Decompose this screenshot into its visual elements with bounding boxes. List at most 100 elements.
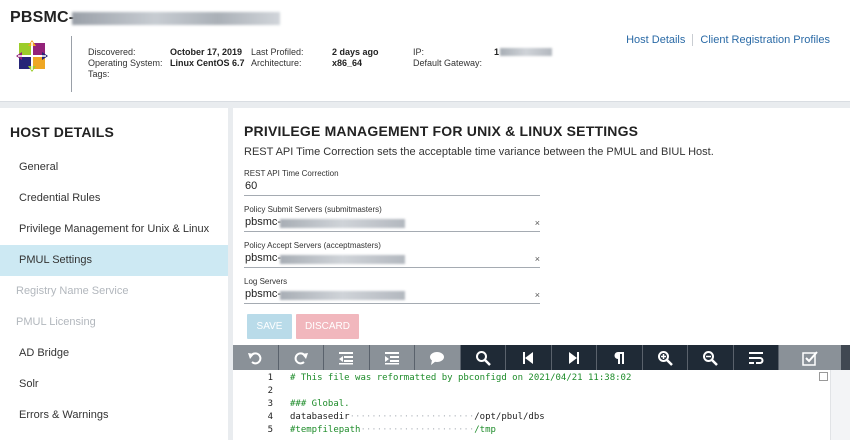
code-line: # This file was reformatted by pbconfigd…	[290, 373, 632, 383]
wrap-button[interactable]	[733, 345, 779, 370]
log-servers-input[interactable]: pbsmc- ×	[244, 288, 540, 304]
line-number: 5	[267, 425, 273, 435]
discovered-value: October 17, 2019	[170, 47, 243, 57]
editor-toolbar	[233, 345, 850, 370]
redo-button[interactable]	[278, 345, 324, 370]
search-button[interactable]	[460, 345, 506, 370]
zoom-in-icon	[657, 350, 673, 366]
redacted-value	[280, 291, 405, 300]
first-button[interactable]	[506, 345, 552, 370]
whitespace-dots: ·····················	[360, 425, 475, 435]
field-value-text: pbsmc-	[245, 252, 282, 264]
line-number: 4	[267, 412, 273, 422]
os-value: Linux CentOS 6.7	[170, 58, 245, 68]
redacted-value	[280, 219, 405, 228]
page-description: REST API Time Correction sets the accept…	[244, 146, 714, 158]
redo-icon	[294, 351, 308, 364]
clear-icon[interactable]: ×	[535, 290, 540, 300]
rest-api-time-correction-input[interactable]: 60	[244, 180, 540, 196]
sidebar-item-credential-rules[interactable]: Credential Rules	[0, 183, 228, 214]
last-icon	[568, 351, 579, 364]
code-line: ### Global.	[290, 399, 350, 409]
client-registration-profiles-link[interactable]: Client Registration Profiles	[700, 34, 830, 46]
check-button[interactable]	[779, 345, 841, 370]
sidebar-item-ad-bridge[interactable]: AD Bridge	[0, 338, 228, 369]
config-value: /tmp	[474, 425, 496, 435]
outdent-icon	[339, 351, 354, 364]
sidebar-item-errors-warnings[interactable]: Errors & Warnings	[0, 400, 228, 431]
sidebar-item-registry-name-service: Registry Name Service	[16, 285, 129, 297]
editor-scrollbar[interactable]	[830, 370, 850, 440]
undo-button[interactable]	[233, 345, 279, 370]
sidebar-item-privilege-management[interactable]: Privilege Management for Unix & Linux	[0, 214, 228, 245]
line-number: 1	[267, 373, 273, 383]
sidebar-item-pmul-licensing: PMUL Licensing	[16, 316, 96, 328]
redacted-ip	[500, 48, 552, 56]
redacted-value	[280, 255, 405, 264]
sidebar-title: HOST DETAILS	[10, 124, 115, 140]
sidebar: HOST DETAILS General Credential Rules Pr…	[0, 108, 228, 440]
policy-accept-servers-field: Policy Accept Servers (acceptmasters) pb…	[244, 241, 540, 268]
line-number: 3	[267, 399, 273, 409]
config-value: /opt/pbul/dbs	[474, 412, 545, 422]
config-editor[interactable]: 1 2 3 4 5 # This file was reformatted by…	[233, 370, 850, 440]
redacted-hostname	[72, 12, 280, 25]
clear-icon[interactable]: ×	[535, 218, 540, 228]
outdent-button[interactable]	[324, 345, 370, 370]
show-invisibles-button[interactable]	[597, 345, 643, 370]
code-line: #tempfilepath·····················/tmp	[290, 425, 496, 435]
comment-button[interactable]	[415, 345, 461, 370]
config-key: #tempfilepath	[290, 425, 361, 435]
comment-icon	[430, 351, 445, 365]
field-value-text: 60	[245, 180, 258, 192]
whitespace-dots: ·······················	[349, 412, 475, 422]
discovered-label: Discovered:	[88, 47, 136, 57]
config-key: databasedir	[290, 412, 350, 422]
search-icon	[475, 350, 491, 366]
rest-api-time-correction-field: REST API Time Correction 60	[244, 169, 540, 196]
field-label: REST API Time Correction	[244, 169, 339, 178]
wrap-icon	[748, 351, 764, 364]
field-label: Log Servers	[244, 277, 288, 286]
header-divider	[71, 36, 72, 92]
field-value-text: pbsmc-	[245, 216, 282, 228]
zoom-in-button[interactable]	[642, 345, 688, 370]
clear-icon[interactable]: ×	[535, 254, 540, 264]
policy-accept-servers-input[interactable]: pbsmc- ×	[244, 252, 540, 268]
log-servers-field: Log Servers pbsmc- ×	[244, 277, 540, 304]
gateway-label: Default Gateway:	[413, 58, 483, 68]
field-label: Policy Submit Servers (submitmasters)	[244, 205, 382, 214]
host-details-link[interactable]: Host Details	[626, 34, 685, 46]
policy-submit-servers-input[interactable]: pbsmc- ×	[244, 216, 540, 232]
zoom-out-button[interactable]	[688, 345, 734, 370]
architecture-value: x86_64	[332, 58, 363, 68]
last-profiled-label: Last Profiled:	[251, 47, 304, 57]
ip-value: 1	[494, 47, 500, 57]
last-profiled-value: 2 days ago	[332, 47, 379, 57]
pilcrow-icon	[614, 351, 625, 364]
os-label: Operating System:	[88, 58, 163, 68]
architecture-label: Architecture:	[251, 58, 302, 68]
tags-label: Tags:	[88, 69, 110, 79]
sidebar-item-solr[interactable]: Solr	[0, 369, 228, 400]
check-icon	[802, 350, 818, 366]
centos-logo-icon	[16, 40, 48, 72]
field-label: Policy Accept Servers (acceptmasters)	[244, 241, 381, 250]
sidebar-item-pmul-settings[interactable]: PMUL Settings	[0, 245, 228, 276]
fold-marker	[819, 372, 828, 381]
first-icon	[523, 351, 534, 364]
host-header: PBSMC- Discovered: Operating System: Tag…	[0, 0, 850, 102]
save-button[interactable]: SAVE	[247, 314, 292, 339]
header-links: Host Details Client Registration Profile…	[626, 34, 830, 46]
last-button[interactable]	[551, 345, 597, 370]
code-line: databasedir·······················/opt/p…	[290, 412, 545, 422]
host-title: PBSMC-	[10, 9, 75, 26]
sidebar-item-general[interactable]: General	[0, 152, 228, 183]
indent-button[interactable]	[369, 345, 415, 370]
page-title: PRIVILEGE MANAGEMENT FOR UNIX & LINUX SE…	[244, 123, 639, 139]
main-panel: PRIVILEGE MANAGEMENT FOR UNIX & LINUX SE…	[233, 108, 850, 440]
ip-label: IP:	[413, 47, 425, 57]
zoom-out-icon	[703, 350, 719, 366]
indent-icon	[384, 351, 399, 364]
discard-button[interactable]: DISCARD	[296, 314, 359, 339]
